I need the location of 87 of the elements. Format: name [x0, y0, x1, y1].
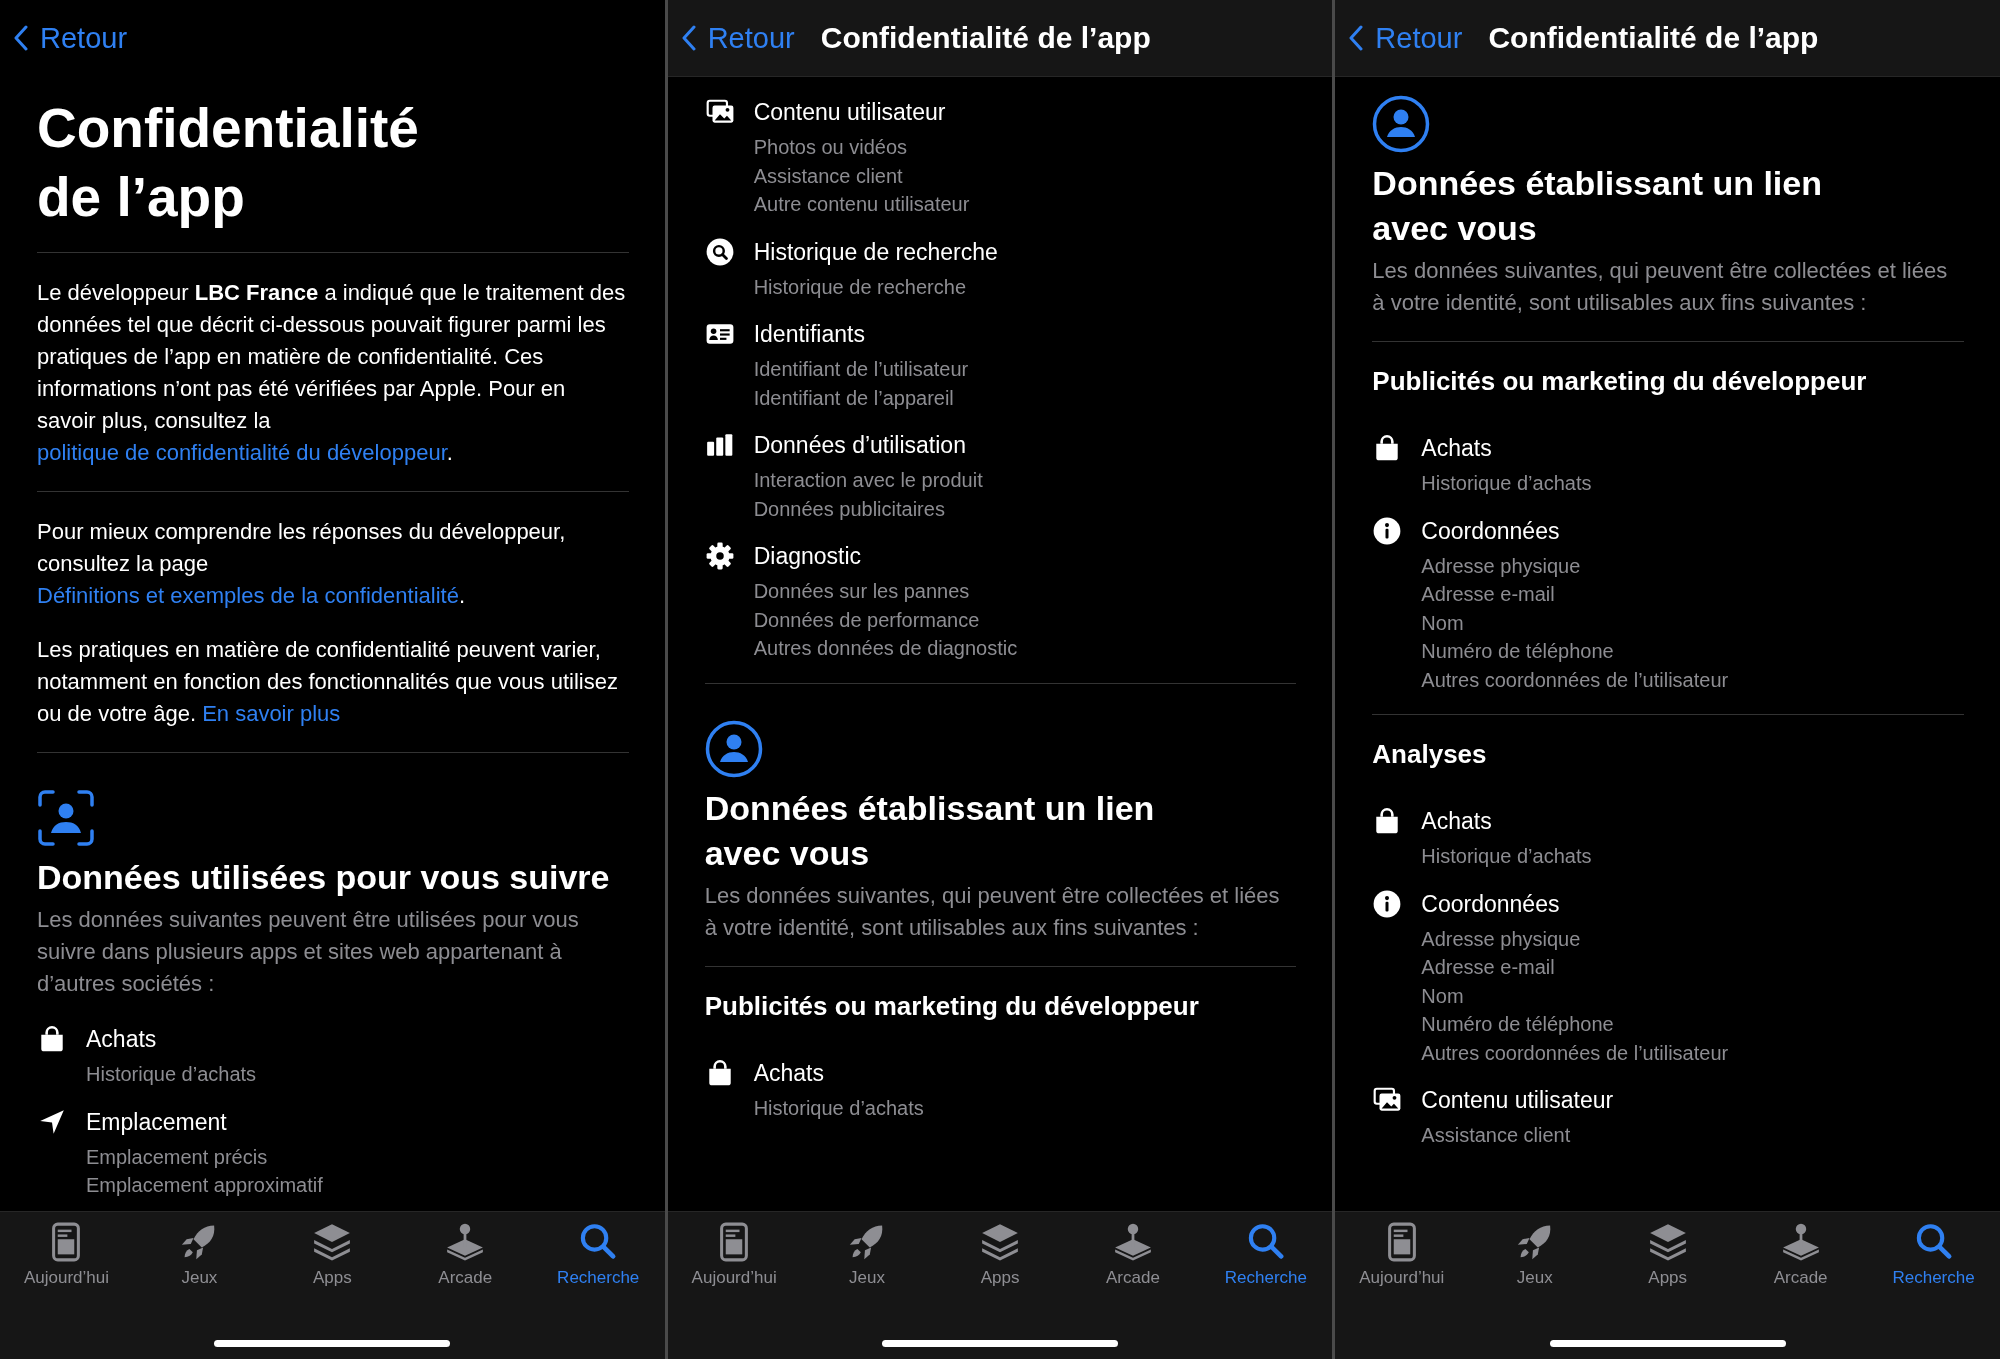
- section-title: Données établissant un lien avec vous: [1372, 163, 1823, 249]
- section-title: Données utilisées pour vous suivre: [37, 857, 611, 898]
- data-type: Données publicitaires: [753, 496, 946, 522]
- data-type: Adresse e-mail: [1421, 955, 1556, 980]
- category-name: Contenu utilisateur: [1421, 1086, 1614, 1115]
- data-type: Assistance client: [753, 163, 904, 189]
- chevron-icon: [1349, 25, 1364, 51]
- data-type: Nom: [1421, 983, 1465, 1009]
- tab[interactable]: Apps: [1601, 1220, 1735, 1288]
- category-name: Achats: [1421, 434, 1493, 463]
- data-type: Historique de recherche: [753, 274, 967, 300]
- data-type: Numéro de téléphone: [1421, 639, 1615, 664]
- category-name: Diagnostic: [753, 542, 863, 571]
- tab[interactable]: Aujourd’hui: [667, 1220, 801, 1288]
- info-icon: [1372, 515, 1403, 546]
- tab[interactable]: Apps: [265, 1220, 399, 1288]
- data-type: Données de performance: [753, 607, 981, 633]
- category-name: Données d’utilisation: [753, 431, 967, 460]
- tab[interactable]: Jeux: [1468, 1220, 1602, 1288]
- navigation-title: Confidentialité de l’app: [1488, 21, 1819, 55]
- page-title: Confidentialité de l’app: [37, 96, 420, 230]
- category-name: Historique de recherche: [753, 237, 998, 267]
- data-type: Autres coordonnées de l’utilisateur: [1421, 1040, 1729, 1066]
- back-button[interactable]: Retour: [14, 21, 128, 55]
- tab[interactable]: Arcade: [398, 1220, 532, 1288]
- category-name: Identifiants: [753, 320, 866, 349]
- link[interactable]: politique de confidentialité du développeur: [37, 440, 447, 465]
- tab[interactable]: Recherche: [531, 1220, 665, 1288]
- category-name: Coordonnées: [1421, 889, 1561, 919]
- category-name: Coordonnées: [1421, 516, 1561, 546]
- purpose-heading: Publicités ou marketing du développeur: [1372, 366, 1868, 397]
- magnifier-icon: [704, 236, 735, 267]
- back-button[interactable]: Retour: [1349, 21, 1463, 55]
- data-type: Autres coordonnées de l’utilisateur: [1421, 667, 1729, 693]
- purpose-heading: Publicités ou marketing du développeur: [704, 990, 1200, 1022]
- category-name: Emplacement: [86, 1107, 228, 1137]
- data-type: Historique d’achats: [1421, 844, 1592, 869]
- tab[interactable]: Arcade: [1066, 1220, 1200, 1288]
- tab[interactable]: Aujourd’hui: [0, 1220, 133, 1288]
- data-type: Historique d’achats: [753, 1095, 924, 1121]
- section-description: Les données suivantes, qui peuvent être collectées et liées à votre identité, sont utilisables aux fins suivantes :: [704, 881, 1281, 942]
- data-type: Numéro de téléphone: [1421, 1012, 1615, 1037]
- chevron-icon: [14, 25, 28, 51]
- data-type: Emplacement approximatif: [86, 1173, 323, 1198]
- section-description: Les données suivantes peuvent être utilisées pour vous suivre dans plusieurs apps et sites web appartenant à d’autres sociétés :: [37, 906, 580, 998]
- tab[interactable]: Arcade: [1734, 1220, 1868, 1288]
- data-type: Adresse e-mail: [1421, 582, 1556, 607]
- tab[interactable]: Jeux: [800, 1220, 934, 1288]
- data-type: Interaction avec le produit: [753, 468, 983, 493]
- tracked-person-icon: [37, 789, 95, 847]
- data-type: Historique d’achats: [1421, 471, 1592, 496]
- category-name: Contenu utilisateur: [753, 98, 947, 127]
- category-name: Achats: [86, 1025, 158, 1054]
- data-type: Données sur les pannes: [753, 579, 971, 604]
- data-type: Nom: [1421, 610, 1465, 636]
- back-button[interactable]: Retour: [681, 21, 795, 55]
- person-circle-icon: [1372, 95, 1431, 153]
- paragraph: Pour mieux comprendre les réponses du développeur, consultez la page Définitions et exemples de la confidentialité.: [37, 518, 567, 610]
- data-type: Photos ou vidéos: [753, 135, 909, 160]
- section-description: Les données suivantes, qui peuvent être collectées et liées à votre identité, sont utilisables aux fins suivantes :: [1372, 257, 1949, 317]
- person-circle-icon: [704, 719, 763, 778]
- data-type: Emplacement précis: [86, 1144, 269, 1170]
- data-type: Adresse physique: [1421, 926, 1582, 952]
- paragraph: Le développeur LBC France a indiqué que le traitement des données tel que décrit ci-dessous pouvait figurer parmi les pratiques de l’app en matière de confidentialité. Ces informations n’ont pas été vérifiées par Apple. Pour en savoir plus, consultez la politique de confidentialité du développeur.: [37, 279, 627, 467]
- category-name: Achats: [753, 1058, 825, 1088]
- category-name: Achats: [1421, 807, 1493, 836]
- tab[interactable]: Apps: [933, 1220, 1067, 1288]
- data-type: Historique d’achats: [86, 1062, 257, 1087]
- tab[interactable]: Recherche: [1867, 1220, 2000, 1288]
- paragraph: Les pratiques en matière de confidentialité peuvent varier, notamment en fonction des fonctionnalités que vous utilisez ou de votre âge. En savoir plus: [37, 636, 619, 728]
- tab[interactable]: Recherche: [1199, 1220, 1333, 1288]
- data-type: Assistance client: [1421, 1123, 1572, 1148]
- data-type: Identifiant de l’utilisateur: [753, 357, 969, 382]
- data-type: Identifiant de l’appareil: [753, 385, 955, 411]
- navigation-title: Confidentialité de l’app: [820, 21, 1151, 55]
- link[interactable]: Définitions et exemples de la confidentialité: [37, 583, 459, 608]
- data-type: Autre contenu utilisateur: [753, 192, 970, 217]
- purpose-heading: Analyses: [1372, 739, 1488, 770]
- tab[interactable]: Aujourd’hui: [1335, 1220, 1469, 1288]
- link[interactable]: En savoir plus: [202, 701, 341, 726]
- gear-icon: [704, 541, 735, 571]
- data-type: Adresse physique: [1421, 553, 1582, 579]
- chevron-icon: [681, 25, 696, 51]
- info-icon: [1372, 888, 1403, 919]
- data-type: Autres données de diagnostic: [753, 636, 1018, 661]
- section-title: Données établissant un lien avec vous: [704, 787, 1156, 874]
- tab[interactable]: Jeux: [132, 1220, 266, 1288]
